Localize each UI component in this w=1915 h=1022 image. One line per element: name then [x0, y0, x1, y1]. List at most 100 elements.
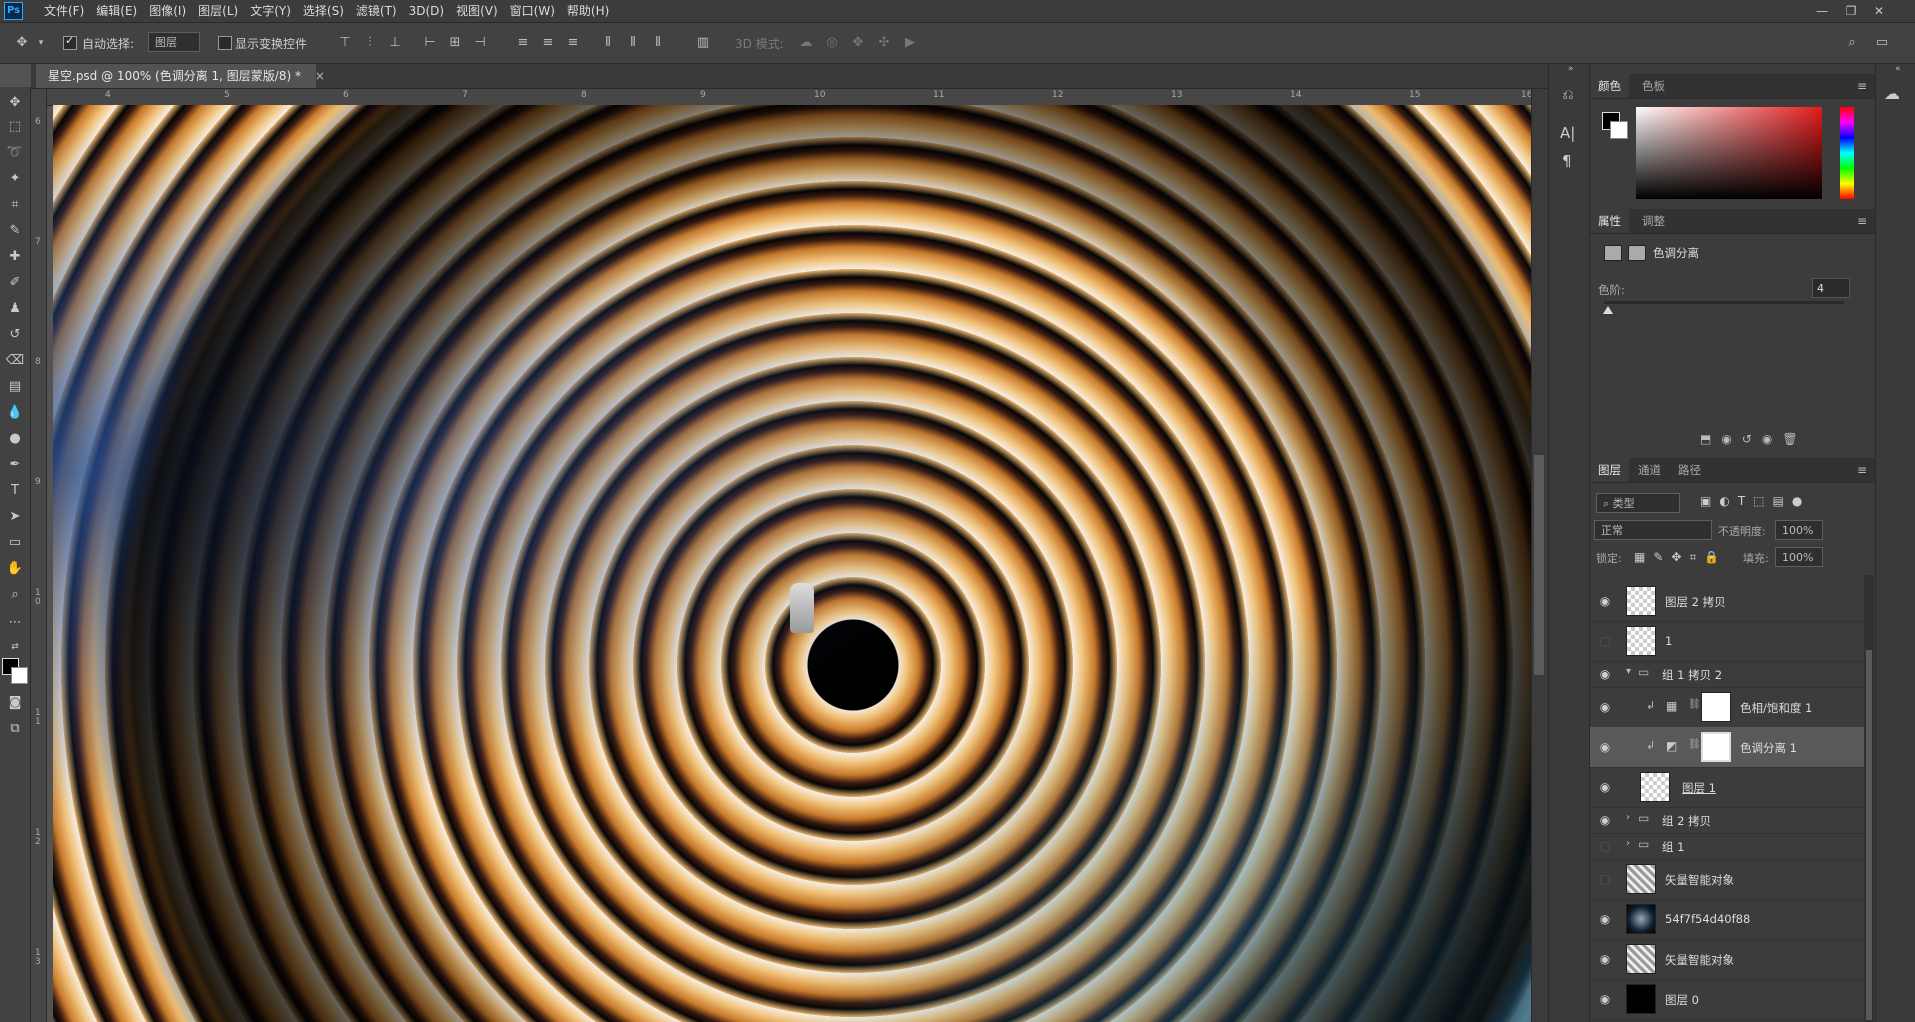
toggle-visibility-icon[interactable]: ◉	[1762, 432, 1772, 450]
eye-icon[interactable]: ◉	[1598, 912, 1612, 926]
filter-smart-object-icon[interactable]: ▤	[1773, 494, 1784, 508]
distribute-bottom-icon[interactable]: ≡	[565, 35, 581, 51]
tab-adjustments[interactable]: 调整	[1634, 209, 1673, 233]
menu-filter[interactable]: 滤镜(T)	[350, 0, 403, 22]
layer-row[interactable]: ◉ ↲ ▦ ⛓ 色相/饱和度 1	[1590, 687, 1864, 728]
show-transform-checkbox[interactable]	[218, 36, 232, 50]
auto-select-checkbox[interactable]	[63, 34, 77, 50]
paragraph-panel-icon[interactable]: ¶	[1562, 152, 1572, 170]
menu-edit[interactable]: 编辑(E)	[90, 0, 143, 22]
eyedropper-tool-icon[interactable]: ✎	[4, 220, 26, 242]
align-left-icon[interactable]: ⊢	[422, 35, 438, 51]
align-vcenter-icon[interactable]: ⫶	[362, 35, 378, 51]
canvas-scrollbar-thumb[interactable]	[1534, 455, 1544, 675]
character-panel-icon[interactable]: A|	[1560, 124, 1575, 142]
rectangle-tool-icon[interactable]: ▭	[4, 532, 26, 554]
eye-icon[interactable]: ◉	[1598, 667, 1612, 681]
layer-row[interactable]: ◉ 图层 2 拷贝	[1590, 581, 1864, 622]
chain-link-icon[interactable]: ⛓	[1688, 739, 1701, 750]
eye-icon[interactable]: ◉	[1598, 740, 1612, 754]
magic-wand-tool-icon[interactable]: ✦	[4, 168, 26, 190]
layer-mask-thumbnail[interactable]	[1701, 692, 1731, 722]
menu-view[interactable]: 视图(V)	[450, 0, 504, 22]
eye-hidden-icon[interactable]: ▢	[1598, 634, 1612, 648]
layers-panel-menu-icon[interactable]: ≡	[1854, 458, 1870, 482]
layers-scrollbar-thumb[interactable]	[1866, 650, 1872, 1020]
lock-all-icon[interactable]: 🔒	[1704, 550, 1719, 565]
eye-icon[interactable]: ◉	[1598, 992, 1612, 1006]
tab-channels[interactable]: 通道	[1630, 458, 1669, 482]
filter-shape-icon[interactable]: ⬚	[1753, 494, 1764, 508]
eye-hidden-icon[interactable]: ▢	[1598, 839, 1612, 853]
collapse-panels-icon[interactable]: »	[1568, 64, 1574, 74]
pen-tool-icon[interactable]: ✒	[4, 454, 26, 476]
distribute-top-icon[interactable]: ≡	[515, 35, 531, 51]
chevron-right-icon[interactable]: ›	[1626, 838, 1630, 849]
hand-tool-icon[interactable]: ✋	[4, 558, 26, 580]
layer-row[interactable]: ▢ 矢量智能对象	[1590, 859, 1864, 900]
document-canvas[interactable]	[53, 105, 1531, 1022]
document-tab[interactable]: 星空.psd @ 100% (色调分离 1, 图层蒙版/8) * ×	[36, 64, 325, 88]
distribute-vcenter-icon[interactable]: ≡	[540, 35, 556, 51]
menu-layer[interactable]: 图层(L)	[192, 0, 244, 22]
tab-color[interactable]: 颜色	[1590, 74, 1629, 98]
layer-row[interactable]: ◉ 图层 0	[1590, 979, 1864, 1020]
fill-input[interactable]: 100%	[1775, 547, 1823, 567]
creative-cloud-icon[interactable]: ☁	[1884, 84, 1900, 103]
close-tab-icon[interactable]: ×	[315, 69, 325, 83]
clone-stamp-tool-icon[interactable]: ♟	[4, 298, 26, 320]
move-tool-icon[interactable]: ✥	[4, 92, 26, 114]
align-bottom-icon[interactable]: ⊥	[387, 35, 403, 51]
align-top-icon[interactable]: ⊤	[337, 35, 353, 51]
levels-input[interactable]: 4	[1812, 278, 1850, 298]
chevron-down-icon[interactable]: ▾	[1626, 666, 1631, 677]
lock-transparent-icon[interactable]: ▦	[1634, 550, 1645, 565]
lock-position-icon[interactable]: ✥	[1671, 550, 1681, 565]
distribute-hcenter-icon[interactable]: ⦀	[625, 35, 641, 51]
menu-window[interactable]: 窗口(W)	[504, 0, 561, 22]
eye-icon[interactable]: ◉	[1598, 700, 1612, 714]
move-tool-icon[interactable]: ✥	[14, 35, 30, 51]
eye-hidden-icon[interactable]: ▢	[1598, 872, 1612, 886]
menu-3d[interactable]: 3D(D)	[403, 0, 450, 22]
layer-group-row[interactable]: ◉ ▾ ▭ 组 1 拷贝 2	[1590, 661, 1864, 688]
type-tool-icon[interactable]: T	[4, 480, 26, 502]
history-panel-icon[interactable]: ⎌	[1556, 84, 1580, 106]
brush-tool-icon[interactable]: ✐	[4, 272, 26, 294]
delete-adjustment-icon[interactable]: 🗑	[1782, 432, 1797, 450]
chain-link-icon[interactable]: ⛓	[1688, 699, 1701, 710]
tab-paths[interactable]: 路径	[1670, 458, 1709, 482]
layer-mask-icon[interactable]	[1628, 245, 1646, 261]
close-window-icon[interactable]: ✕	[1866, 0, 1892, 22]
tab-layers[interactable]: 图层	[1590, 458, 1629, 482]
filter-adjustment-icon[interactable]: ◐	[1719, 494, 1729, 508]
layer-mask-thumbnail[interactable]	[1701, 732, 1731, 762]
chevron-down-icon[interactable]: ▾	[36, 35, 46, 51]
distribute-right-icon[interactable]: ⦀	[650, 35, 666, 51]
layer-row[interactable]: ◉ 矢量智能对象	[1590, 939, 1864, 980]
properties-panel-menu-icon[interactable]: ≡	[1854, 209, 1870, 233]
3d-pan-icon[interactable]: ✥	[850, 35, 866, 51]
3d-orbit-icon[interactable]: ☁	[798, 35, 814, 51]
levels-slider-knob[interactable]	[1603, 306, 1613, 314]
menu-type[interactable]: 文字(Y)	[244, 0, 297, 22]
workspace-icon[interactable]: ▭	[1874, 35, 1890, 51]
blur-tool-icon[interactable]: 💧	[4, 402, 26, 424]
align-hcenter-icon[interactable]: ⊞	[447, 35, 463, 51]
layer-row[interactable]: ◉ 54f7f54d40f88	[1590, 899, 1864, 940]
layer-row[interactable]: ◉ 图层 1	[1590, 767, 1864, 808]
dodge-tool-icon[interactable]: ●	[4, 428, 26, 450]
3d-roll-icon[interactable]: ◎	[824, 35, 840, 51]
menu-help[interactable]: 帮助(H)	[561, 0, 615, 22]
reset-icon[interactable]: ↺	[1742, 432, 1752, 450]
layer-row-selected[interactable]: ◉ ↲ ◩ ⛓ 色调分离 1	[1590, 727, 1864, 768]
background-color-swatch[interactable]	[11, 667, 28, 684]
search-icon[interactable]: ⌕	[1844, 35, 1860, 51]
swap-colors-icon[interactable]: ⇄	[4, 636, 26, 658]
eye-icon[interactable]: ◉	[1598, 813, 1612, 827]
hue-slider[interactable]	[1840, 107, 1854, 199]
menu-file[interactable]: 文件(F)	[38, 0, 90, 22]
history-brush-tool-icon[interactable]: ↺	[4, 324, 26, 346]
distribute-left-icon[interactable]: ⦀	[600, 35, 616, 51]
filter-pixel-icon[interactable]: ▣	[1700, 494, 1711, 508]
